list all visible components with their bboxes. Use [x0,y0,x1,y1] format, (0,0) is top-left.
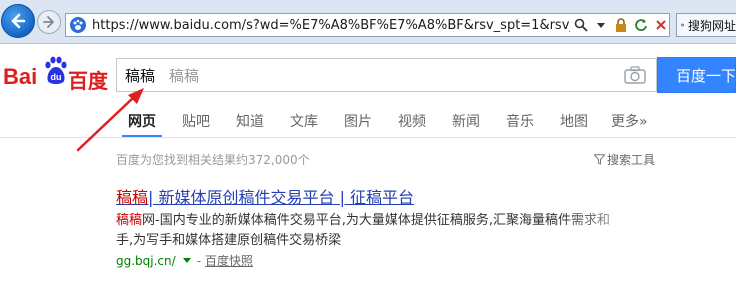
url-text[interactable]: https://www.baidu.com/s?wd=%E7%A8%BF%E7%… [92,18,570,33]
separator: - [196,253,202,268]
title-text: | 新媒体原创稿件交易平台 | 征稿平台 [148,188,415,207]
tab-map[interactable]: 地图 [560,111,588,131]
browser-toolbar: https://www.baidu.com/s?wd=%E7%A8%BF%E7%… [0,0,736,44]
arrow-left-icon [11,13,26,29]
tab-more[interactable]: 更多» [611,111,648,131]
logo-text-cn: 百度 [68,71,108,93]
snippet-fade-overlay [560,200,736,250]
logo-text-bai: Bai [3,64,38,89]
sogou-icon [681,23,684,27]
tab-images[interactable]: 图片 [344,111,372,131]
stop-icon[interactable] [653,17,669,33]
result-snippet: 稿稿网-国内专业的新媒体稿件交易平台,为大量媒体提供征稿服务,汇聚海量稿件需求和… [116,211,616,251]
cache-link[interactable]: 百度快照 [205,252,253,269]
tab-music[interactable]: 音乐 [506,111,534,131]
result-url[interactable]: gg.bqj.cn/ [116,254,176,268]
search-tools-link[interactable]: 搜索工具 [594,151,655,168]
baidu-logo[interactable]: Bai du 百度 [0,54,110,94]
camera-icon[interactable] [624,66,646,84]
snippet-text: 网-国内专业的新媒体稿件交易平台,为大量媒体提供征稿服务,汇聚海量稿件需求和 [142,213,610,228]
search-tabs: 网页 贴吧 知道 文库 图片 视频 新闻 音乐 地图 更多» [0,102,736,138]
tab-web[interactable]: 网页 [128,111,156,131]
tab-video[interactable]: 视频 [398,111,426,131]
url-dropdown-icon[interactable] [182,258,191,263]
snippet-highlight: 稿稿 [116,213,143,228]
logo-paw-text: du [51,72,62,82]
tab-tieba[interactable]: 贴吧 [182,111,210,131]
query-text[interactable]: 稿稿 [125,65,155,86]
result-url-row: gg.bqj.cn/ - 百度快照 [116,252,253,269]
snippet-text-line2: 手,为写手和媒体搭建原创稿件交易桥梁 [116,233,342,248]
dropdown-arrow-icon[interactable] [593,17,609,33]
result-title-link[interactable]: 稿稿| 新媒体原创稿件交易平台 | 征稿平台 [116,184,414,208]
query-suggestion: 稿稿 [169,66,200,85]
baidu-paw-icon [69,16,86,34]
filter-icon [594,154,605,165]
search-button[interactable]: 百度一下 [657,57,736,93]
search-icon[interactable] [573,17,589,33]
search-input[interactable]: 稿稿 稿稿 [116,58,657,92]
forward-button[interactable] [37,10,61,34]
address-bar[interactable]: https://www.baidu.com/s?wd=%E7%A8%BF%E7%… [65,13,670,37]
arrow-right-icon [43,16,54,28]
lock-icon[interactable] [613,17,629,33]
paw-icon: du [45,56,67,84]
tab-news[interactable]: 新闻 [452,111,480,131]
result-count: 百度为您找到相关结果约372,000个 [116,153,310,167]
tab-label: 搜狗网址 [687,18,736,33]
back-button[interactable] [1,4,35,38]
tab-zhidao[interactable]: 知道 [236,111,264,131]
tab-wenku[interactable]: 文库 [290,111,318,131]
browser-tab[interactable]: 搜狗网址 [676,13,736,37]
search-tools-label: 搜索工具 [607,153,656,167]
refresh-icon[interactable] [633,17,649,33]
active-tab-indicator [122,135,162,137]
title-highlight: 稿稿 [116,188,149,207]
